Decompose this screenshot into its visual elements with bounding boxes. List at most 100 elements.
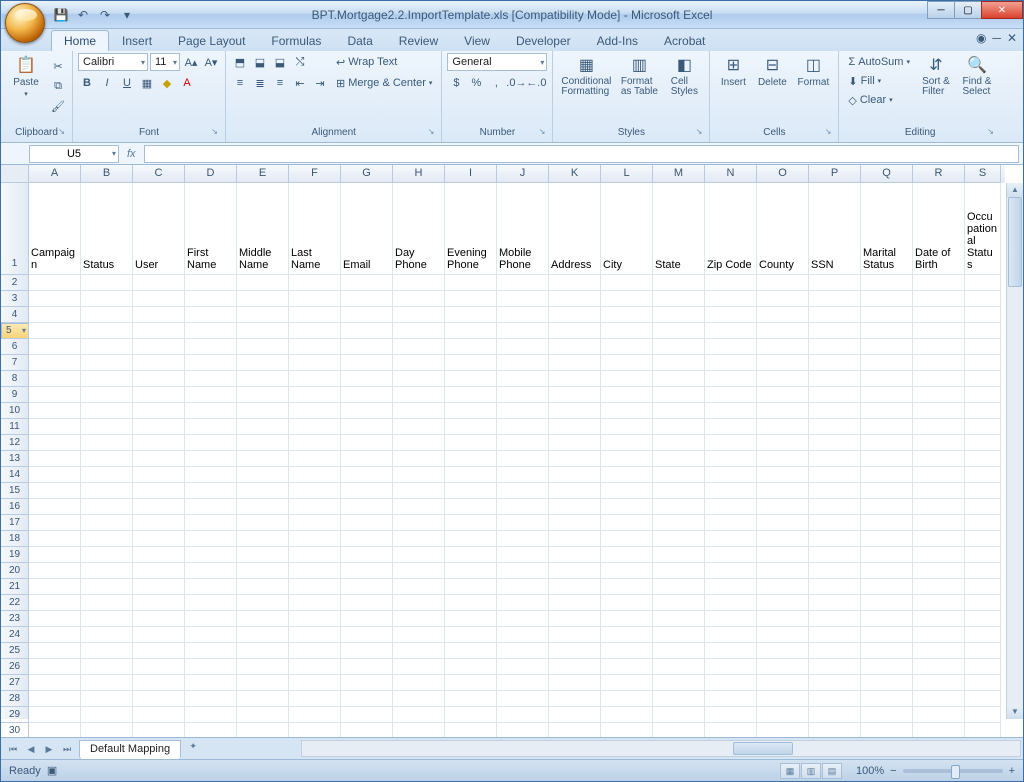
cell[interactable]	[549, 275, 601, 291]
cell[interactable]	[133, 595, 185, 611]
cell[interactable]	[393, 419, 445, 435]
cell[interactable]	[965, 547, 1001, 563]
cell[interactable]	[81, 403, 133, 419]
cell[interactable]	[809, 307, 861, 323]
cell[interactable]	[237, 547, 289, 563]
cell[interactable]	[133, 291, 185, 307]
cell[interactable]	[549, 707, 601, 723]
cell[interactable]	[237, 675, 289, 691]
cell[interactable]	[81, 595, 133, 611]
cell[interactable]	[289, 307, 341, 323]
cell[interactable]	[341, 275, 393, 291]
cell[interactable]	[341, 531, 393, 547]
cut-icon[interactable]: ✂	[49, 57, 67, 75]
col-header-E[interactable]: E	[237, 165, 289, 183]
doc-close-icon[interactable]: ✕	[1007, 31, 1017, 45]
cell[interactable]	[965, 403, 1001, 419]
row-header[interactable]: 14	[1, 467, 29, 483]
cell[interactable]	[913, 291, 965, 307]
cell[interactable]	[549, 643, 601, 659]
cell[interactable]	[393, 643, 445, 659]
cell[interactable]	[549, 723, 601, 737]
cell[interactable]	[653, 483, 705, 499]
cell[interactable]	[81, 515, 133, 531]
cell[interactable]	[237, 595, 289, 611]
cell[interactable]	[965, 627, 1001, 643]
maximize-button[interactable]: ▢	[954, 1, 982, 19]
cell[interactable]	[653, 691, 705, 707]
cell[interactable]	[861, 355, 913, 371]
row-header[interactable]: 7	[1, 355, 29, 371]
cell[interactable]	[237, 627, 289, 643]
cell[interactable]	[861, 307, 913, 323]
cell[interactable]	[185, 307, 237, 323]
cell[interactable]	[289, 707, 341, 723]
cell[interactable]	[809, 339, 861, 355]
row-header[interactable]: 18	[1, 531, 29, 547]
cell[interactable]	[913, 435, 965, 451]
cell[interactable]	[549, 323, 601, 339]
cell[interactable]	[237, 403, 289, 419]
cell[interactable]	[289, 563, 341, 579]
cell[interactable]	[497, 323, 549, 339]
save-icon[interactable]: 💾	[53, 7, 69, 23]
cell[interactable]	[757, 723, 809, 737]
cell[interactable]	[289, 387, 341, 403]
cell[interactable]	[133, 723, 185, 737]
cell[interactable]	[341, 403, 393, 419]
redo-icon[interactable]: ↷	[97, 7, 113, 23]
cell[interactable]	[549, 291, 601, 307]
cell[interactable]	[809, 675, 861, 691]
cell[interactable]	[601, 579, 653, 595]
cell[interactable]	[757, 499, 809, 515]
cell[interactable]: City	[601, 183, 653, 275]
cell[interactable]	[29, 483, 81, 499]
cell[interactable]	[341, 419, 393, 435]
cell[interactable]	[393, 611, 445, 627]
col-header-L[interactable]: L	[601, 165, 653, 183]
new-sheet-icon[interactable]: ✦	[185, 738, 201, 754]
cell[interactable]	[913, 467, 965, 483]
cell[interactable]	[393, 691, 445, 707]
cell[interactable]	[861, 643, 913, 659]
cell[interactable]	[601, 483, 653, 499]
cell[interactable]	[133, 643, 185, 659]
cell[interactable]	[809, 451, 861, 467]
cell[interactable]: SSN	[809, 183, 861, 275]
cell[interactable]	[341, 467, 393, 483]
percent-icon[interactable]: %	[467, 74, 485, 92]
cell[interactable]	[861, 483, 913, 499]
cell[interactable]	[757, 627, 809, 643]
row-header[interactable]: 27	[1, 675, 29, 691]
cell[interactable]	[81, 611, 133, 627]
cell[interactable]	[497, 483, 549, 499]
cell[interactable]	[653, 387, 705, 403]
cell[interactable]	[29, 515, 81, 531]
align-top-icon[interactable]: ⬒	[231, 53, 249, 71]
cell[interactable]	[757, 611, 809, 627]
cell[interactable]	[289, 627, 341, 643]
cell[interactable]	[705, 611, 757, 627]
cell[interactable]	[81, 355, 133, 371]
cell[interactable]	[29, 307, 81, 323]
cell[interactable]	[393, 355, 445, 371]
cell[interactable]	[653, 563, 705, 579]
sort-filter-button[interactable]: ⇵Sort & Filter	[917, 53, 955, 97]
cell[interactable]	[445, 627, 497, 643]
cell[interactable]	[757, 595, 809, 611]
cell[interactable]	[757, 275, 809, 291]
cell[interactable]	[445, 675, 497, 691]
cell[interactable]: User	[133, 183, 185, 275]
cell[interactable]	[445, 291, 497, 307]
fill-button[interactable]: ⬇Fill▾	[844, 72, 914, 90]
cell[interactable]	[29, 691, 81, 707]
cell[interactable]	[497, 595, 549, 611]
cell[interactable]	[653, 531, 705, 547]
close-button[interactable]: ✕	[981, 1, 1023, 19]
cell[interactable]: First Name	[185, 183, 237, 275]
cell[interactable]	[393, 499, 445, 515]
cell[interactable]	[861, 579, 913, 595]
vertical-scrollbar[interactable]: ▲ ▼	[1006, 183, 1023, 719]
cell[interactable]	[705, 579, 757, 595]
cell[interactable]	[497, 563, 549, 579]
